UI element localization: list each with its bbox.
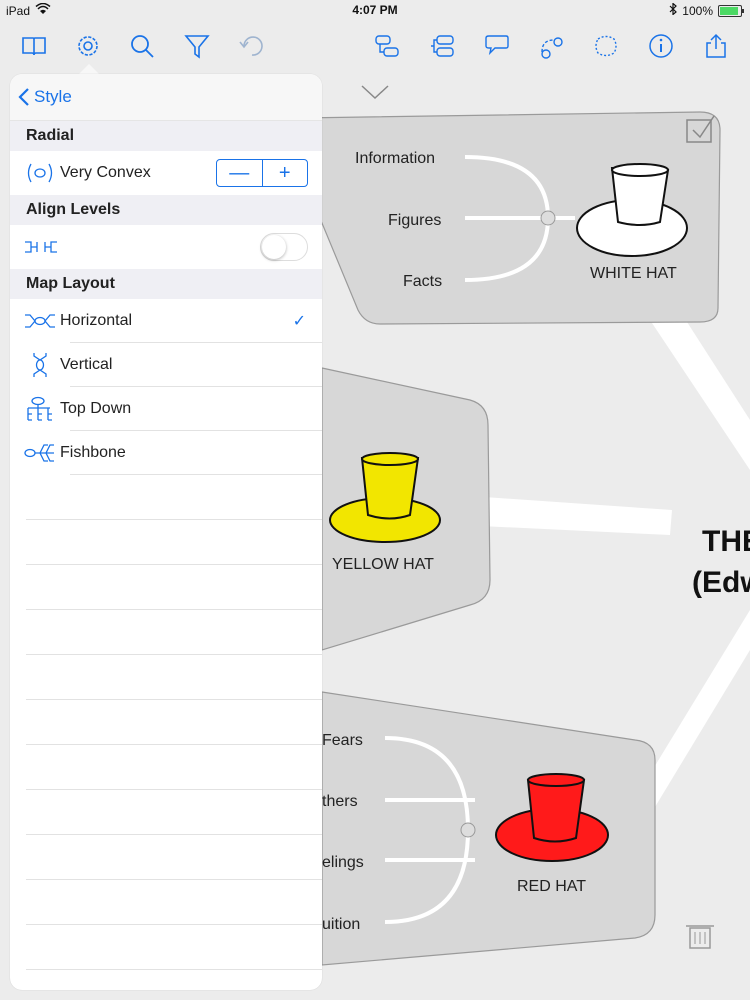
red-hat-title[interactable]: RED HAT — [517, 878, 586, 895]
callout-icon[interactable] — [481, 30, 513, 62]
style-popover: Style Radial Very Convex — + Align Level… — [10, 74, 322, 990]
white-hat-item-figures[interactable]: Figures — [388, 212, 441, 229]
layout-option-label: Fishbone — [60, 444, 126, 461]
layout-option-label: Top Down — [60, 400, 132, 417]
boundary-icon[interactable] — [590, 30, 622, 62]
white-hat-item-information[interactable]: Information — [355, 150, 435, 167]
search-icon[interactable] — [126, 30, 158, 62]
collapse-icon[interactable] — [460, 822, 476, 838]
popover-arrow — [79, 64, 99, 74]
filter-icon[interactable] — [181, 30, 213, 62]
subtopic-icon[interactable] — [426, 30, 458, 62]
stepper-plus-button[interactable]: + — [263, 160, 308, 186]
red-hat-item-feelings[interactable]: elings — [322, 854, 364, 871]
red-hat-item-fears[interactable]: Fears — [322, 732, 363, 749]
vertical-layout-icon — [24, 353, 60, 377]
layout-option-fishbone[interactable]: Fishbone — [10, 431, 322, 475]
radial-stepper[interactable]: — + — [216, 159, 308, 187]
align-levels-icon — [24, 239, 60, 255]
radial-value: Very Convex — [60, 164, 151, 181]
central-topic-line1[interactable]: THE — [702, 525, 750, 558]
popover-header: Style — [10, 74, 322, 121]
layout-option-label: Horizontal — [60, 312, 133, 329]
red-hat-item-others[interactable]: thers — [322, 793, 358, 810]
central-topic-line2[interactable]: (Edw — [692, 566, 750, 599]
battery-percent: 100% — [682, 3, 713, 18]
stepper-minus-button[interactable]: — — [217, 160, 263, 186]
layout-option-horizontal[interactable]: Horizontal ✓ — [10, 299, 322, 343]
collapse-icon[interactable] — [540, 210, 556, 226]
bluetooth-icon — [669, 2, 678, 18]
back-button-label: Style — [34, 87, 72, 106]
relationship-icon[interactable] — [536, 30, 568, 62]
yellow-hat-title[interactable]: YELLOW HAT — [332, 556, 434, 573]
undo-icon[interactable] — [236, 30, 268, 62]
section-map-layout: Map Layout — [10, 269, 322, 299]
settings-gear-icon[interactable] — [72, 30, 104, 62]
align-levels-toggle[interactable] — [260, 233, 308, 261]
fishbone-layout-icon — [24, 441, 60, 465]
empty-list-area — [10, 475, 322, 990]
status-bar: iPad 4:07 PM 100% — [0, 0, 750, 22]
align-levels-row — [10, 225, 322, 269]
book-icon[interactable] — [18, 30, 50, 62]
toolbar — [0, 22, 750, 68]
clock: 4:07 PM — [352, 3, 398, 17]
red-hat-item-intuition[interactable]: uition — [322, 916, 360, 933]
chevron-left-icon — [18, 88, 29, 106]
section-radial: Radial — [10, 121, 322, 151]
layout-option-vertical[interactable]: Vertical — [10, 343, 322, 387]
back-button[interactable]: Style — [18, 87, 72, 107]
white-hat-title[interactable]: WHITE HAT — [590, 265, 677, 282]
radial-row: Very Convex — + — [10, 151, 322, 195]
layout-option-top-down[interactable]: Top Down — [10, 387, 322, 431]
white-hat-topic[interactable]: Information Figures Facts WHITE HAT — [299, 111, 721, 325]
horizontal-layout-icon — [24, 310, 60, 332]
share-icon[interactable] — [700, 30, 732, 62]
checkmark-icon: ✓ — [292, 313, 306, 330]
battery-level-fill — [720, 6, 738, 15]
section-align-levels: Align Levels — [10, 195, 322, 225]
topic-icon[interactable] — [371, 30, 403, 62]
white-hat-item-facts[interactable]: Facts — [403, 273, 442, 290]
battery-icon — [718, 4, 744, 17]
info-icon[interactable] — [645, 30, 677, 62]
top-down-layout-icon — [24, 396, 60, 422]
layout-option-label: Vertical — [60, 356, 113, 373]
radial-convex-icon — [24, 161, 60, 185]
